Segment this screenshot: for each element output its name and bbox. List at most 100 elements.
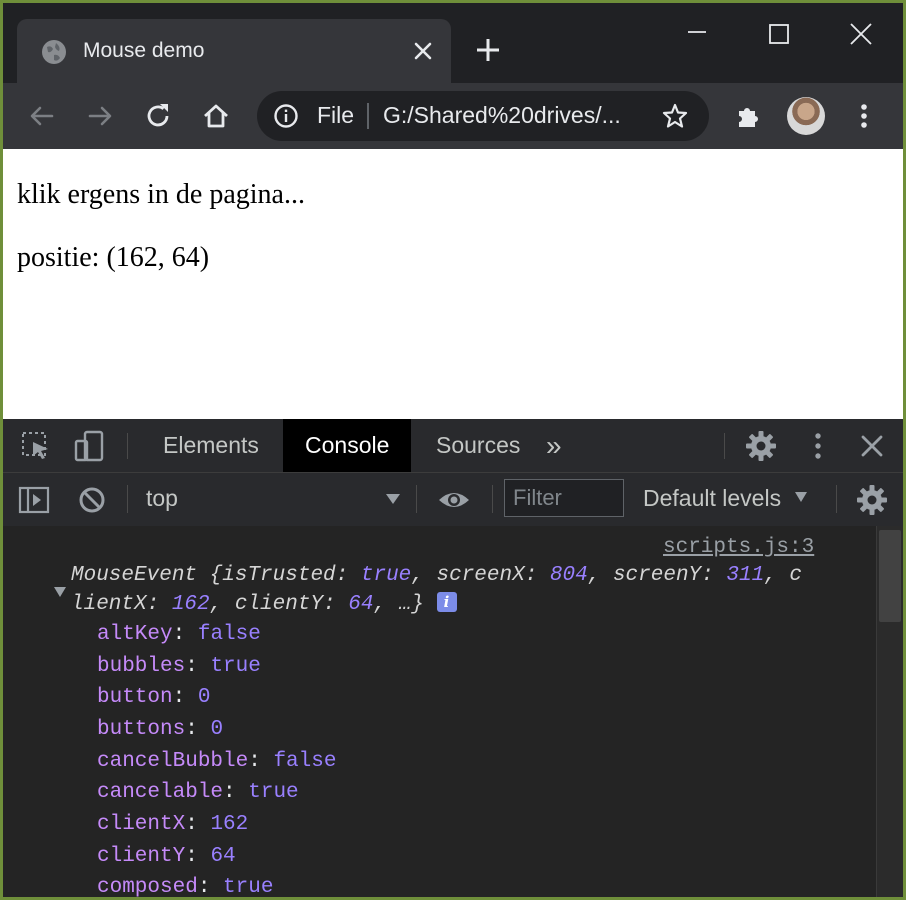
property-row: bubbles: true (97, 655, 261, 678)
property-row: cancelBubble: false (97, 750, 337, 773)
devtools-close-icon[interactable] (855, 429, 889, 463)
source-link[interactable]: scripts.js:3 (663, 536, 814, 559)
tab-bar-separator (127, 433, 128, 459)
settings-gear-icon[interactable] (744, 429, 778, 463)
toolbar-separator (416, 485, 417, 513)
instruction-text: klik ergens in de pagina... (17, 179, 305, 210)
summary-text: {isTrusted: (209, 564, 361, 587)
console-settings-gear-icon[interactable] (855, 483, 889, 517)
property-value: 162 (210, 813, 249, 836)
property-key: cancelable (97, 781, 224, 804)
reload-icon[interactable] (141, 99, 175, 133)
property-key: cancelBubble (97, 750, 249, 773)
property-key: altKey (97, 623, 173, 646)
property-key: clientX (97, 813, 186, 836)
object-summary-line-1[interactable]: MouseEvent {isTrusted: true, screenX: 80… (71, 564, 802, 587)
log-levels-dropdown[interactable]: Default levels (643, 485, 809, 512)
summary-value: 311 (726, 564, 765, 587)
tab-title: Mouse demo (83, 39, 205, 62)
property-value: false (273, 750, 337, 773)
toolbar-separator (127, 485, 128, 513)
live-expression-eye-icon[interactable] (437, 483, 471, 517)
summary-value: true (360, 564, 412, 587)
devtools-tab-bar: Elements Console Sources » (3, 419, 903, 473)
chevron-down-icon[interactable] (383, 489, 403, 509)
chevron-down-icon (795, 492, 808, 502)
summary-value: 64 (348, 593, 374, 616)
clear-console-icon[interactable] (75, 483, 109, 517)
tab-console[interactable]: Console (283, 419, 412, 472)
forward-icon[interactable] (83, 99, 117, 133)
property-key: bubbles (97, 655, 186, 678)
property-row: button: 0 (97, 686, 211, 709)
site-info-icon[interactable] (273, 103, 299, 129)
property-value: 0 (197, 686, 211, 709)
filter-box[interactable] (504, 479, 624, 517)
summary-text: lientX: (71, 593, 172, 616)
filter-input[interactable] (505, 480, 623, 516)
browser-toolbar: File G:/Shared%20drives/... (3, 83, 903, 149)
summary-text: , screenX: (411, 564, 550, 587)
back-icon[interactable] (25, 99, 59, 133)
url-text[interactable]: G:/Shared%20drives/... (383, 102, 621, 129)
summary-text: , screenY: (587, 564, 727, 587)
summary-text: , clientY: (209, 593, 349, 616)
property-value: false (197, 623, 261, 646)
expand-triangle-icon[interactable] (53, 586, 67, 598)
more-tabs-button[interactable]: » (536, 419, 572, 472)
position-text: positie: (162, 64) (17, 242, 210, 273)
property-value: true (210, 655, 261, 678)
property-row: altKey: false (97, 623, 261, 646)
minimize-icon[interactable] (669, 15, 725, 55)
globe-icon (42, 40, 66, 64)
tab-elements[interactable]: Elements (141, 419, 281, 472)
tab-sources[interactable]: Sources (414, 419, 542, 472)
new-tab-icon[interactable] (473, 35, 503, 65)
property-row: clientY: 64 (97, 845, 236, 868)
context-selector[interactable]: top (146, 485, 178, 512)
address-bar[interactable]: File G:/Shared%20drives/... (257, 91, 709, 141)
url-scheme-label: File (317, 102, 355, 128)
property-value: 0 (210, 718, 224, 741)
bookmark-star-icon[interactable] (661, 102, 689, 130)
inspect-element-icon[interactable] (19, 429, 53, 463)
object-summary-line-2[interactable]: lientX: 162, clientY: 64, …} i (71, 592, 457, 616)
console-toolbar: top Default levels (3, 473, 903, 527)
home-icon[interactable] (199, 99, 233, 133)
profile-avatar[interactable] (787, 97, 825, 135)
url-separator (367, 103, 369, 129)
console-output: scripts.js:3 MouseEvent {isTrusted: true… (3, 526, 903, 897)
close-tab-icon[interactable] (409, 37, 437, 65)
show-sidebar-icon[interactable] (17, 483, 51, 517)
browser-window: Mouse demo File G:/Shared%20drives/... k… (3, 3, 903, 897)
info-badge-icon[interactable]: i (436, 592, 457, 612)
property-key: composed (97, 876, 198, 897)
property-key: buttons (97, 718, 186, 741)
object-class-name: MouseEvent (71, 564, 198, 587)
tab-strip: Mouse demo (3, 3, 903, 83)
window-close-icon[interactable] (833, 15, 889, 55)
summary-text: , c (764, 564, 802, 587)
property-value: 64 (210, 845, 236, 868)
tab-bar-separator (724, 433, 725, 459)
devtools-menu-icon[interactable] (801, 429, 835, 463)
extensions-puzzle-icon[interactable] (731, 99, 765, 133)
property-value: true (223, 876, 274, 897)
web-page[interactable]: klik ergens in de pagina... positie: (16… (3, 149, 903, 419)
property-row: clientX: 162 (97, 813, 249, 836)
property-row: buttons: 0 (97, 718, 224, 741)
browser-menu-icon[interactable] (847, 99, 881, 133)
property-value: true (248, 781, 299, 804)
log-levels-label: Default levels (643, 485, 782, 511)
maximize-icon[interactable] (751, 15, 807, 55)
console-scrollbar-thumb[interactable] (879, 530, 901, 622)
property-key: button (97, 686, 173, 709)
summary-text: , …} (373, 593, 424, 616)
toolbar-separator (836, 485, 837, 513)
toolbar-separator (492, 485, 493, 513)
device-toolbar-icon[interactable] (73, 429, 107, 463)
tab-mouse-demo[interactable]: Mouse demo (17, 19, 451, 83)
property-row: cancelable: true (97, 781, 299, 804)
property-row: composed: true (97, 876, 274, 897)
property-key: clientY (97, 845, 186, 868)
